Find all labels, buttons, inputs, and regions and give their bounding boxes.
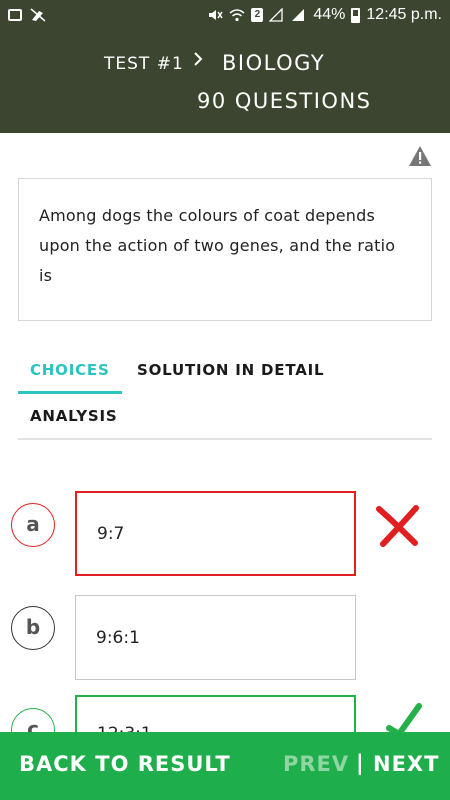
- tab-analysis[interactable]: ANALYSIS: [30, 407, 117, 425]
- choice-answer-box[interactable]: 9:6:1: [75, 595, 356, 680]
- choice-letter-badge[interactable]: b: [11, 606, 55, 650]
- header: TEST #1 BIOLOGY 90 QUESTIONS: [0, 30, 450, 133]
- active-tab-indicator: [18, 391, 122, 394]
- battery-icon: [351, 7, 361, 23]
- choice-text: 9:7: [97, 523, 125, 544]
- choice-answer-box[interactable]: 9:7: [75, 491, 356, 576]
- question-card: Among dogs the colours of coat depends u…: [18, 178, 432, 321]
- signal-full-icon: [291, 8, 307, 22]
- gallery-notification-icon: [8, 9, 22, 21]
- back-to-result-button[interactable]: BACK TO RESULT: [19, 752, 231, 776]
- choice-letter-badge[interactable]: a: [11, 503, 55, 547]
- tabs-divider: [18, 438, 432, 440]
- mute-icon: [207, 8, 223, 22]
- question-text: Among dogs the colours of coat depends u…: [39, 206, 396, 285]
- breadcrumb-test[interactable]: TEST #1: [104, 54, 184, 74]
- tab-choices[interactable]: CHOICES: [30, 361, 110, 379]
- wifi-icon: [229, 8, 245, 22]
- status-bar: 2 44% 12:45 p.m.: [0, 0, 450, 30]
- wrong-cross-icon: [375, 505, 419, 551]
- tab-solution-in-detail[interactable]: SOLUTION IN DETAIL: [137, 361, 324, 379]
- chevron-right-icon: [192, 48, 206, 76]
- muted-notification-icon: [30, 8, 46, 22]
- signal-icon: [268, 7, 285, 22]
- bottom-nav-bar: BACK TO RESULT PREV | NEXT: [0, 732, 450, 800]
- nav-separator: |: [356, 751, 365, 775]
- breadcrumb-subject: BIOLOGY: [222, 51, 326, 75]
- sim-slot-badge: 2: [251, 8, 264, 22]
- clock: 12:45 p.m.: [366, 6, 442, 23]
- choice-text: 9:6:1: [96, 627, 140, 648]
- prev-button[interactable]: PREV: [283, 752, 349, 776]
- next-button[interactable]: NEXT: [373, 752, 439, 776]
- battery-percent: 44%: [313, 6, 346, 23]
- question-count: 90 QUESTIONS: [197, 89, 372, 113]
- warning-icon[interactable]: [408, 145, 432, 167]
